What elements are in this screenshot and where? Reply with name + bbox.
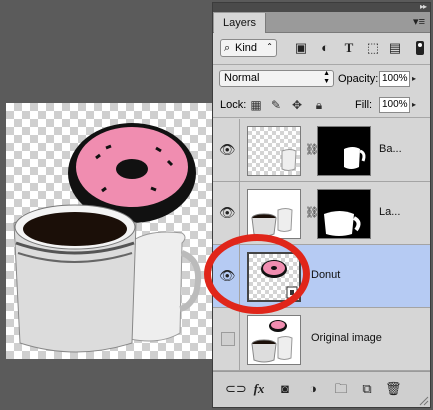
fill-dropdown-icon[interactable]: ▸ xyxy=(412,100,416,109)
add-mask-icon[interactable]: ◙ xyxy=(277,381,293,397)
divider xyxy=(239,245,240,307)
lock-label: Lock: xyxy=(220,99,247,111)
fill-label: Fill: xyxy=(355,99,373,111)
lock-all-icon[interactable]: 🔒︎ xyxy=(312,98,326,112)
new-layer-icon[interactable]: ⧉ xyxy=(359,381,375,397)
panel-title-bar[interactable]: ▸▸ xyxy=(213,2,430,12)
document-canvas[interactable] xyxy=(6,103,218,359)
fill-field[interactable]: 100% xyxy=(379,97,410,113)
adjustment-layer-filter-icon[interactable]: ◐ xyxy=(317,40,333,56)
mug-graphic xyxy=(13,204,137,353)
eye-icon[interactable]: 👁︎ xyxy=(219,269,236,283)
chevron-down-icon: ⌃ xyxy=(266,42,273,51)
layer-row-la[interactable]: 👁︎ ⛓︎ La... xyxy=(213,182,430,245)
layer-thumbnail[interactable] xyxy=(247,252,301,302)
layers-list: 👁︎ ⛓︎ Ba... 👁︎ ⛓︎ La... 👁︎ Donut Origina… xyxy=(213,119,430,371)
layer-row-ba[interactable]: 👁︎ ⛓︎ Ba... xyxy=(213,119,430,182)
lock-position-icon[interactable]: ✥ xyxy=(290,98,304,112)
layer-name[interactable]: Original image xyxy=(311,332,382,344)
divider xyxy=(239,308,240,370)
layers-bottom-bar: ⊂⊃ fx ◙ ◑ 🗀︎ ⧉ 🗑︎ xyxy=(213,371,430,407)
divider xyxy=(239,119,240,181)
layer-thumbnail[interactable] xyxy=(247,315,301,365)
divider xyxy=(239,182,240,244)
layer-row-original[interactable]: Original image xyxy=(213,308,430,371)
eye-icon[interactable]: 👁︎ xyxy=(219,206,236,220)
eye-icon[interactable]: 👁︎ xyxy=(219,143,236,157)
lock-row: Lock: ▦ ✎ ✥ 🔒︎ Fill: 100% ▸ xyxy=(213,95,430,117)
panel-tab-row: Layers ▾≡ xyxy=(213,12,430,33)
layers-panel: ▸▸ Layers ▾≡ ⌕ Kind ⌃ ▣ ◐ T ⬚ ▤ Normal ▲… xyxy=(212,2,431,408)
collapse-icon[interactable]: ▸▸ xyxy=(420,2,427,11)
tab-layers[interactable]: Layers xyxy=(214,13,267,33)
adjustment-layer-icon[interactable]: ◑ xyxy=(305,381,321,397)
resize-grip-icon[interactable] xyxy=(419,396,429,406)
creamer-graphic xyxy=(129,231,202,342)
shape-layer-filter-icon[interactable]: ⬚ xyxy=(365,40,381,56)
pixel-layer-filter-icon[interactable]: ▣ xyxy=(293,40,309,56)
visibility-toggle-off[interactable] xyxy=(221,332,235,346)
opacity-label: Opacity: xyxy=(338,73,379,85)
layer-thumbnail[interactable] xyxy=(247,189,301,239)
smart-object-filter-icon[interactable]: ▤ xyxy=(387,40,403,56)
trash-icon[interactable]: 🗑︎ xyxy=(385,381,402,397)
layer-mask-thumbnail[interactable] xyxy=(317,189,371,239)
divider xyxy=(213,117,430,118)
filter-kind-select[interactable]: ⌕ Kind ⌃ xyxy=(220,39,277,57)
divider xyxy=(213,64,430,65)
blend-mode-select[interactable]: Normal ▲ ▼ xyxy=(219,70,334,87)
layer-name[interactable]: Donut xyxy=(311,269,340,281)
lock-transparency-icon[interactable]: ▦ xyxy=(249,98,263,112)
layer-name[interactable]: La... xyxy=(379,206,400,218)
lock-image-icon[interactable]: ✎ xyxy=(269,98,283,112)
opacity-field[interactable]: 100% xyxy=(379,71,410,87)
blend-mode-value: Normal xyxy=(224,72,260,84)
layer-style-fx-icon[interactable]: fx xyxy=(251,381,267,397)
layer-name[interactable]: Ba... xyxy=(379,143,402,155)
new-group-folder-icon[interactable]: 🗀︎ xyxy=(333,381,349,397)
filter-kind-label: Kind xyxy=(235,42,258,54)
blend-row: Normal ▲ ▼ Opacity: 100% ▸ xyxy=(213,67,430,93)
panel-menu-icon[interactable]: ▾≡ xyxy=(413,15,425,28)
updown-icon: ▲ ▼ xyxy=(323,70,330,85)
layer-row-donut[interactable]: 👁︎ Donut xyxy=(213,245,430,308)
type-layer-filter-icon[interactable]: T xyxy=(341,40,357,56)
search-icon: ⌕ xyxy=(224,42,231,54)
opacity-dropdown-icon[interactable]: ▸ xyxy=(412,74,416,83)
filter-row: ⌕ Kind ⌃ ▣ ◐ T ⬚ ▤ xyxy=(213,36,430,64)
link-layers-icon[interactable]: ⊂⊃ xyxy=(225,381,247,397)
composite-image xyxy=(13,123,202,353)
filter-toggle[interactable] xyxy=(416,41,424,55)
layer-thumbnail[interactable] xyxy=(247,126,301,176)
layer-mask-thumbnail[interactable] xyxy=(317,126,371,176)
